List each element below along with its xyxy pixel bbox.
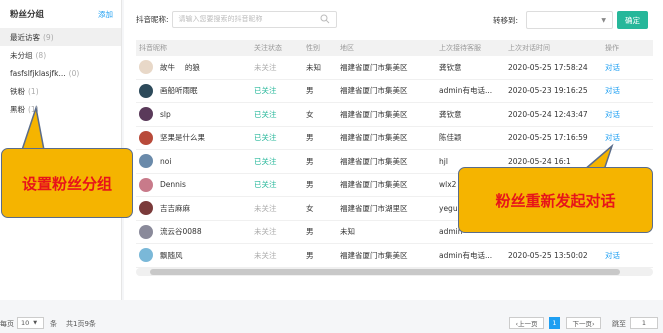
group-callout-text: 设置粉丝分组 (21, 174, 112, 193)
restart-chat-callout: 粉丝重新发起对话 (458, 167, 653, 233)
restart-chat-callout-text: 粉丝重新发起对话 (495, 191, 616, 210)
left-callout-pointer (20, 105, 45, 151)
group-callout: 设置粉丝分组 (1, 148, 133, 218)
